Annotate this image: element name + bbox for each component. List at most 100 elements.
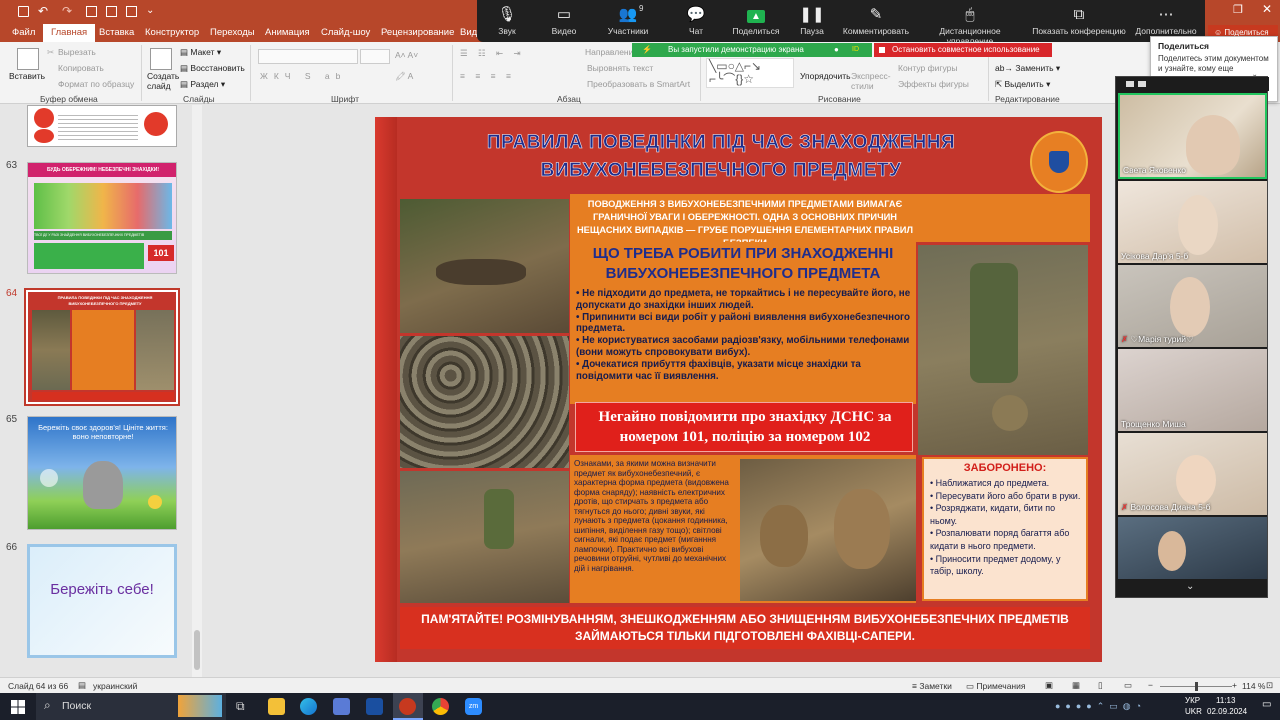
stop-share-button[interactable]: Остановить совместное использование	[874, 43, 1052, 57]
quick-access-icon[interactable]	[86, 6, 97, 17]
normal-view-icon[interactable]: ▣	[1045, 680, 1053, 691]
shape-outline-button[interactable]: Контур фигуры	[898, 63, 957, 73]
zoom-level[interactable]: 114 %	[1242, 681, 1265, 691]
chevron-down-icon[interactable]: ⌄	[1186, 581, 1194, 592]
clock-date[interactable]: 02.09.2024	[1207, 707, 1247, 716]
spellcheck-icon[interactable]: ▤	[78, 680, 86, 691]
font-name-field[interactable]	[258, 49, 358, 64]
slide-thumbnail-pane[interactable]: 63 БУДЬ ОБЕРЕЖНИМ! НЕБЕЗПЕЧНІ ЗНАХІДКИ! …	[0, 105, 205, 677]
quick-access-icon-3[interactable]	[126, 6, 137, 17]
video-tile-5[interactable]: ✗ Волосова Диана 5-б	[1118, 433, 1267, 515]
layout-button[interactable]: ▤ Макет ▾	[180, 47, 221, 58]
fit-slide-icon[interactable]: ⊡	[1266, 680, 1273, 691]
text-direction-button[interactable]: Направлени	[585, 47, 633, 57]
quick-styles-button[interactable]: Экспресс-стили	[851, 71, 891, 91]
video-tile-4[interactable]: Трощенко Миша	[1118, 349, 1267, 431]
replace-button[interactable]: ab→ Заменить ▾	[995, 63, 1060, 74]
remote-control-button[interactable]: 🖱 Дистанционное управление	[917, 0, 1023, 46]
file-explorer-icon[interactable]	[268, 698, 285, 715]
language-indicator-2[interactable]: UKR	[1185, 707, 1202, 716]
pause-share-button[interactable]: ❚❚ Пауза	[789, 0, 835, 42]
tab-home[interactable]: Главная	[43, 24, 96, 42]
participants-button[interactable]: 👥 Участники	[597, 0, 659, 42]
copy-button[interactable]: Копировать	[58, 63, 104, 73]
tab-animations[interactable]: Анимация	[265, 27, 310, 38]
show-meeting-button[interactable]: ⧉ Показать конференцию	[1031, 0, 1127, 42]
cut-button[interactable]: Вырезать	[58, 47, 96, 57]
video-tile-2[interactable]: Усікова Дар'я 5-б	[1118, 181, 1267, 263]
taskbar-search[interactable]: ⌕ Поиск	[36, 693, 226, 720]
tray-icons[interactable]: ●●●●⌃▭◍◔	[1055, 701, 1146, 712]
media-player-icon[interactable]	[366, 698, 383, 715]
thumbnail-65[interactable]: Бережіть своє здоров'я! Цініте життя: во…	[27, 416, 177, 530]
font-color-icon[interactable]: 🖍 A	[395, 71, 413, 82]
format-painter-button[interactable]: Формат по образцу	[58, 79, 134, 89]
tab-slideshow[interactable]: Слайд-шоу	[321, 27, 370, 38]
windows-start-icon[interactable]	[11, 700, 25, 714]
slideshow-view-icon[interactable]: ▭	[1124, 680, 1132, 691]
quick-access-icon-2[interactable]	[106, 6, 117, 17]
zoom-app-icon[interactable]: zm	[465, 698, 482, 715]
tab-review[interactable]: Рецензирование	[381, 27, 454, 38]
zoom-out-icon[interactable]: −	[1148, 680, 1153, 690]
paste-button[interactable]: Вставить	[9, 71, 45, 81]
share-screen-button[interactable]: ▲ Поделиться	[723, 0, 789, 42]
thumbnail-66[interactable]: Бережіть себе!	[27, 544, 177, 658]
zoom-in-icon[interactable]: +	[1232, 680, 1237, 690]
video-button[interactable]: ▭ Видео	[537, 0, 591, 42]
notes-button[interactable]: ≡ Заметки	[912, 681, 952, 691]
view-toggle-icon-2[interactable]	[1138, 81, 1146, 87]
tab-insert[interactable]: Вставка	[99, 27, 134, 38]
video-tile-6[interactable]	[1118, 517, 1267, 579]
smartart-button[interactable]: Преобразовать в SmartArt	[587, 79, 690, 89]
audio-button[interactable]: 🎙 Звук	[477, 0, 537, 42]
thumbnail-64-selected[interactable]: ПРАВИЛА ПОВЕДІНКИ ПІД ЧАС ЗНАХОДЖЕННЯ ВИ…	[24, 288, 180, 406]
video-tile-1[interactable]: Света Яковенко	[1118, 93, 1267, 179]
new-slide-icon[interactable]	[150, 48, 172, 70]
tab-design[interactable]: Конструктор	[145, 27, 199, 38]
align-icons[interactable]: ≡ ≡ ≡ ≡	[460, 71, 515, 81]
list-icons[interactable]: ☰ ☷ ⇤ ⇥	[460, 48, 525, 59]
align-text-button[interactable]: Выровнять текст	[587, 63, 653, 73]
clock-time[interactable]: 11:13	[1216, 696, 1235, 705]
slide-canvas[interactable]: ПРАВИЛА ПОВЕДІНКИ ПІД ЧАС ЗНАХОДЖЕННЯ ВИ…	[375, 117, 1102, 662]
section-button[interactable]: ▤ Раздел ▾	[180, 79, 225, 90]
task-view-icon[interactable]: ⧉	[236, 699, 245, 714]
video-tile-3[interactable]: ✗ ♡Марія турий♡	[1118, 265, 1267, 347]
paste-icon[interactable]	[17, 48, 39, 70]
thumbnail-63[interactable]: БУДЬ ОБЕРЕЖНИМ! НЕБЕЗПЕЧНІ ЗНАХІДКИ! ТВО…	[27, 162, 177, 274]
edge-icon[interactable]	[300, 698, 317, 715]
arrange-button[interactable]: Упорядочить	[800, 71, 851, 81]
thumbnail-scrollbar[interactable]	[192, 105, 202, 677]
tab-transitions[interactable]: Переходы	[210, 27, 255, 38]
font-format-icons[interactable]: ЖКЧ S ab	[260, 71, 346, 81]
thumbnail-62[interactable]	[27, 105, 177, 147]
zoom-slider-thumb[interactable]	[1195, 682, 1198, 691]
redo-icon[interactable]: ↷	[62, 4, 72, 18]
save-disk-icon[interactable]	[333, 698, 350, 715]
save-icon[interactable]	[18, 6, 29, 17]
restore-window-icon[interactable]: ❐	[1233, 3, 1243, 16]
new-slide-button[interactable]: Создать слайд	[147, 71, 179, 91]
powerpoint-taskbar-button[interactable]	[393, 693, 423, 720]
reset-button[interactable]: ▤ Восстановить	[180, 63, 245, 74]
grow-font-icon[interactable]: A˄ A˅	[395, 50, 418, 60]
customize-qat-icon[interactable]: ⌄	[146, 5, 154, 16]
reading-view-icon[interactable]: ▯	[1098, 680, 1103, 691]
tab-file[interactable]: Файл	[12, 27, 35, 38]
tab-view[interactable]: Вид	[460, 27, 477, 38]
shapes-gallery[interactable]: ╲▭○△⌐↘ ⌐╰⌒{}☆	[706, 58, 794, 88]
chat-button[interactable]: 💬 Чат	[673, 0, 719, 42]
thumbnail-scroll-thumb[interactable]	[194, 630, 200, 670]
language-status[interactable]: украинский	[93, 681, 137, 691]
font-size-field[interactable]	[360, 49, 390, 64]
shape-effects-button[interactable]: Эффекты фигуры	[898, 79, 969, 89]
notification-icon[interactable]: ▭	[1262, 699, 1271, 710]
close-window-icon[interactable]: ✕	[1262, 2, 1272, 16]
chrome-icon[interactable]	[432, 698, 449, 715]
scissors-icon[interactable]: ✂	[47, 47, 54, 58]
comments-button[interactable]: ▭ Примечания	[966, 681, 1025, 692]
select-button[interactable]: ⇱ Выделить ▾	[995, 79, 1050, 90]
annotate-button[interactable]: ✎ Комментировать	[839, 0, 913, 42]
language-indicator-1[interactable]: УКР	[1185, 696, 1200, 705]
